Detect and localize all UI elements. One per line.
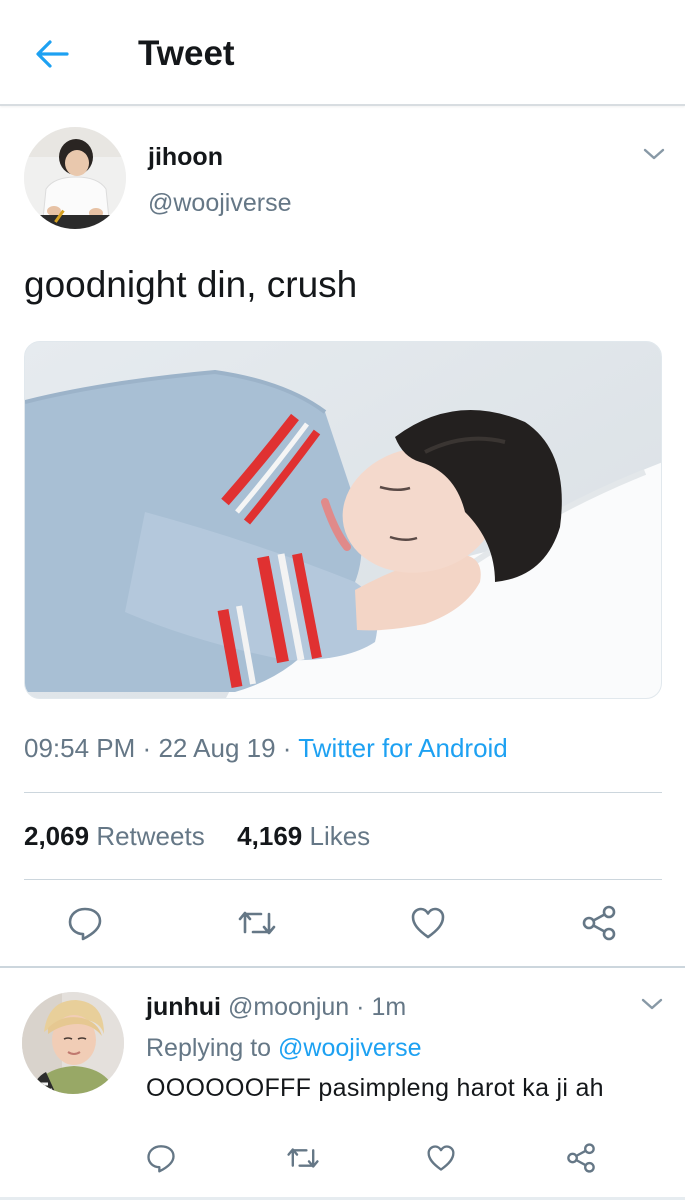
tweet-menu-button[interactable] (642, 146, 666, 167)
like-icon (411, 907, 445, 939)
share-button[interactable] (574, 898, 624, 948)
meta-separator: · (282, 733, 292, 763)
retweets-count: 2,069 (24, 821, 90, 851)
reply-icon (68, 907, 102, 941)
back-button[interactable] (30, 34, 74, 74)
reply-like-button[interactable] (416, 1133, 466, 1183)
chevron-down-icon (641, 998, 663, 1010)
like-button[interactable] (403, 898, 453, 948)
likes-count: 4,169 (237, 821, 303, 851)
likes-stat[interactable]: 4,169 Likes (237, 821, 370, 851)
retweet-icon (238, 911, 276, 935)
reply-icon (147, 1145, 175, 1173)
reply-reply-button[interactable] (136, 1133, 186, 1183)
section-divider (0, 966, 685, 968)
share-icon (567, 1143, 595, 1173)
retweet-button[interactable] (232, 898, 282, 948)
like-icon (427, 1145, 455, 1171)
top-app-bar: Tweet (0, 0, 685, 106)
tweet-time: 09:54 PM (24, 733, 136, 763)
likes-label: Likes (309, 821, 371, 851)
retweets-stat[interactable]: 2,069 Retweets (24, 821, 212, 851)
reply-author-avatar[interactable] (22, 992, 124, 1094)
tweet-actions (0, 898, 685, 948)
arrow-left-icon (36, 40, 69, 68)
reply-button[interactable] (60, 898, 110, 948)
tweet-source-link[interactable]: Twitter for Android (298, 733, 508, 763)
replying-prefix: Replying to (146, 1034, 272, 1062)
reply-author-name[interactable]: junhui (146, 993, 221, 1021)
author-name[interactable]: jihoon (148, 140, 223, 174)
author-avatar[interactable] (24, 127, 126, 229)
divider (24, 879, 662, 880)
share-icon (582, 905, 616, 941)
reply-text: OOOOOOFFF pasimpleng harot ka ji ah (146, 1074, 604, 1102)
chevron-down-icon (643, 148, 665, 160)
reply-header: junhui @moonjun · 1m (146, 990, 406, 1024)
reply-actions (0, 1133, 685, 1183)
author-handle[interactable]: @woojiverse (148, 186, 291, 220)
tweet-stats: 2,069 Retweets 4,169 Likes (24, 818, 370, 854)
tweet-timestamp: 09:54 PM · 22 Aug 19 · Twitter for Andro… (24, 730, 508, 766)
tweet-date: 22 Aug 19 (158, 733, 276, 763)
reply-age: 1m (371, 993, 407, 1021)
replying-mention-link[interactable]: @woojiverse (278, 1034, 421, 1062)
tweet-text: goodnight din, crush (24, 264, 358, 305)
replying-to: Replying to @woojiverse (146, 1031, 422, 1065)
retweets-label: Retweets (96, 821, 205, 851)
reply-menu-button[interactable] (640, 996, 664, 1017)
tweet-photo[interactable] (24, 341, 662, 699)
meta-separator: · (142, 733, 152, 763)
reply-separator: · (356, 993, 365, 1021)
page-title: Tweet (138, 34, 235, 73)
reply-retweet-button[interactable] (278, 1133, 328, 1183)
reply-author-handle[interactable]: @moonjun (228, 993, 349, 1021)
retweet-icon (287, 1148, 319, 1168)
reply-share-button[interactable] (556, 1133, 606, 1183)
divider (24, 792, 662, 793)
